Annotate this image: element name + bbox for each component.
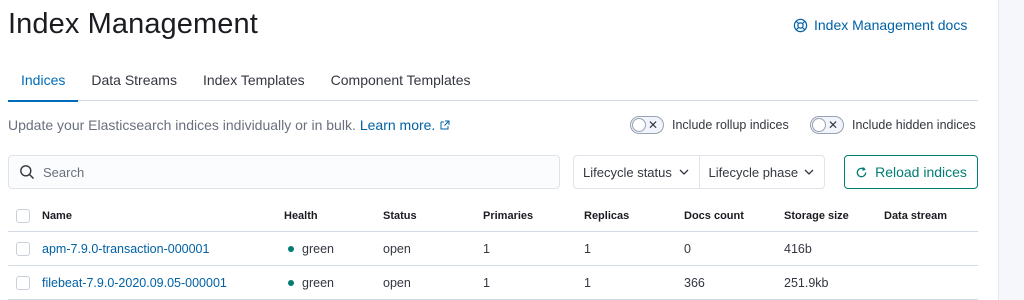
table-header: Name Health Status Primaries Replicas Do… [8, 200, 978, 232]
column-header-data-stream[interactable]: Data stream [884, 200, 947, 231]
index-name-link[interactable]: filebeat-7.9.0-2020.09.05-000001 [42, 266, 227, 299]
tab-component-templates[interactable]: Component Templates [318, 60, 484, 101]
tab-data-streams[interactable]: Data Streams [78, 60, 190, 101]
page-title: Index Management [8, 8, 258, 40]
docs-link[interactable]: Index Management docs [793, 17, 967, 33]
search-icon [19, 164, 35, 180]
column-header-docs-count[interactable]: Docs count [684, 200, 744, 231]
docs-count-cell: 366 [684, 275, 705, 290]
filter-group: Lifecycle status Lifecycle phase [573, 155, 825, 189]
lifecycle-status-filter[interactable]: Lifecycle status [574, 156, 699, 188]
description-text: Update your Elasticsearch indices indivi… [8, 117, 356, 133]
status-cell: open [383, 275, 411, 290]
reload-label: Reload indices [875, 164, 967, 180]
hidden-toggle-group: ✕ Include hidden indices [810, 116, 976, 134]
column-header-status[interactable]: Status [383, 200, 417, 231]
external-link-icon [440, 120, 450, 130]
lifecycle-status-label: Lifecycle status [583, 164, 672, 180]
health-value: green [302, 275, 334, 290]
row-checkbox[interactable] [16, 275, 30, 290]
toggle-knob [632, 118, 646, 132]
column-header-name[interactable]: Name [42, 200, 72, 231]
health-cell: green [288, 232, 334, 265]
lifecycle-phase-label: Lifecycle phase [708, 164, 799, 180]
health-value: green [302, 241, 334, 256]
column-header-storage-size[interactable]: Storage size [784, 200, 849, 231]
storage-size-cell: 251.9kb [784, 275, 829, 290]
column-header-primaries[interactable]: Primaries [483, 200, 533, 231]
page-description: Update your Elasticsearch indices indivi… [8, 117, 450, 133]
rollup-toggle-group: ✕ Include rollup indices [630, 116, 789, 134]
row-checkbox[interactable] [16, 241, 30, 256]
primaries-cell: 1 [483, 275, 490, 290]
rollup-toggle-label: Include rollup indices [672, 118, 789, 132]
select-all-checkbox[interactable] [16, 208, 30, 223]
column-header-health[interactable]: Health [284, 200, 318, 231]
index-name-link[interactable]: apm-7.9.0-transaction-000001 [42, 232, 209, 265]
chevron-down-icon [678, 166, 690, 178]
hidden-toggle[interactable]: ✕ [810, 116, 844, 134]
docs-count-cell: 0 [684, 241, 691, 256]
search-input[interactable] [43, 164, 523, 180]
rollup-toggle[interactable]: ✕ [630, 116, 664, 134]
replicas-cell: 1 [584, 275, 591, 290]
refresh-icon [855, 166, 868, 179]
toggle-knob [812, 118, 826, 132]
search-box [8, 155, 560, 189]
tab-bar: Indices Data Streams Index Templates Com… [8, 60, 978, 102]
close-icon: ✕ [647, 118, 658, 132]
replicas-cell: 1 [584, 241, 591, 256]
close-icon: ✕ [827, 118, 838, 132]
help-circle-icon [793, 18, 808, 33]
lifecycle-phase-filter[interactable]: Lifecycle phase [698, 156, 825, 188]
docs-link-label: Index Management docs [814, 17, 968, 33]
table-row: apm-7.9.0-transaction-000001 green open … [8, 232, 978, 266]
learn-more-link[interactable]: Learn more. [360, 117, 450, 133]
right-rail [998, 0, 1024, 300]
hidden-toggle-label: Include hidden indices [852, 118, 976, 132]
table-row: filebeat-7.9.0-2020.09.05-000001 green o… [8, 266, 978, 300]
tab-index-templates[interactable]: Index Templates [190, 60, 318, 101]
health-dot-icon [288, 279, 294, 286]
reload-indices-button[interactable]: Reload indices [844, 155, 978, 189]
chevron-down-icon [803, 166, 815, 178]
tab-indices[interactable]: Indices [8, 60, 79, 102]
learn-more-label: Learn more. [359, 117, 436, 133]
storage-size-cell: 416b [784, 241, 812, 256]
primaries-cell: 1 [483, 241, 490, 256]
indices-table: Name Health Status Primaries Replicas Do… [8, 200, 978, 300]
status-cell: open [383, 241, 411, 256]
column-header-replicas[interactable]: Replicas [584, 200, 629, 231]
health-cell: green [288, 266, 334, 299]
health-dot-icon [288, 245, 294, 252]
